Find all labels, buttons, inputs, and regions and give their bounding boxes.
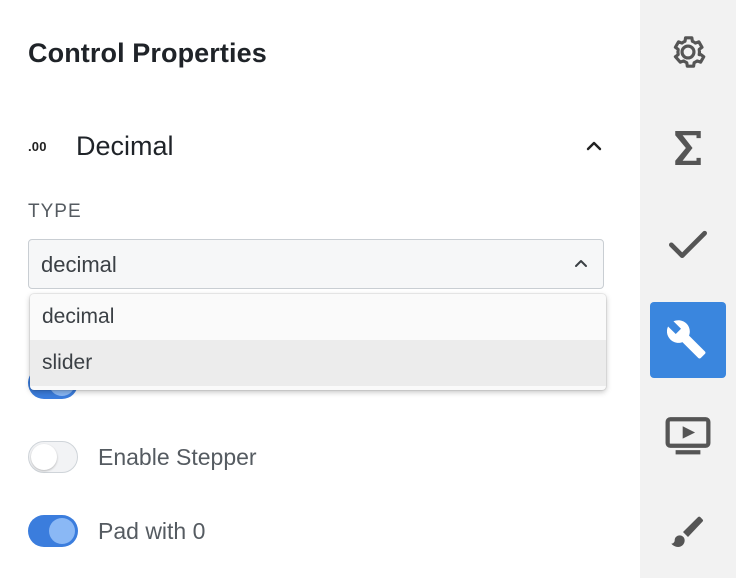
wrench-icon bbox=[667, 320, 706, 359]
preview-icon bbox=[665, 417, 711, 455]
type-label: TYPE bbox=[28, 201, 82, 222]
control-properties-panel: Control Properties .00 Decimal TYPE deci… bbox=[0, 0, 640, 578]
type-dropdown-menu: decimal slider bbox=[30, 294, 606, 390]
panel-title: Control Properties bbox=[28, 38, 267, 68]
gear-icon bbox=[673, 36, 706, 68]
right-sidebar bbox=[640, 0, 736, 578]
type-select[interactable]: decimal bbox=[28, 239, 604, 289]
sidebar-item-preview[interactable] bbox=[650, 398, 726, 474]
sidebar-item-settings[interactable] bbox=[650, 14, 726, 90]
chevron-up-icon[interactable] bbox=[582, 134, 606, 158]
toggle-row-enable-stepper: Enable Stepper bbox=[28, 440, 257, 474]
sidebar-item-styling[interactable] bbox=[650, 494, 726, 570]
dropdown-option-slider[interactable]: slider bbox=[30, 340, 606, 386]
toggle-label: Pad with 0 bbox=[98, 517, 206, 544]
sidebar-item-formulas[interactable] bbox=[650, 110, 726, 186]
toggle-label: Enable Stepper bbox=[98, 443, 257, 470]
decimal-icon: .00 bbox=[28, 138, 47, 154]
brush-icon bbox=[671, 516, 703, 547]
toggle-knob bbox=[49, 518, 75, 544]
enable-stepper-toggle[interactable] bbox=[28, 441, 78, 473]
sigma-icon bbox=[675, 131, 701, 165]
toggle-knob bbox=[31, 444, 57, 470]
section-label: Decimal bbox=[76, 130, 174, 161]
section-header-decimal[interactable]: .00 Decimal bbox=[28, 122, 608, 170]
checkmark-icon bbox=[669, 230, 707, 258]
chevron-up-icon bbox=[571, 253, 591, 273]
sidebar-item-validation[interactable] bbox=[650, 206, 726, 282]
type-select-value: decimal bbox=[41, 252, 117, 277]
sidebar-item-properties[interactable] bbox=[650, 302, 726, 378]
pad-with-0-toggle[interactable] bbox=[28, 515, 78, 547]
dropdown-option-decimal[interactable]: decimal bbox=[30, 294, 606, 340]
toggle-row-pad-with-0: Pad with 0 bbox=[28, 514, 205, 548]
